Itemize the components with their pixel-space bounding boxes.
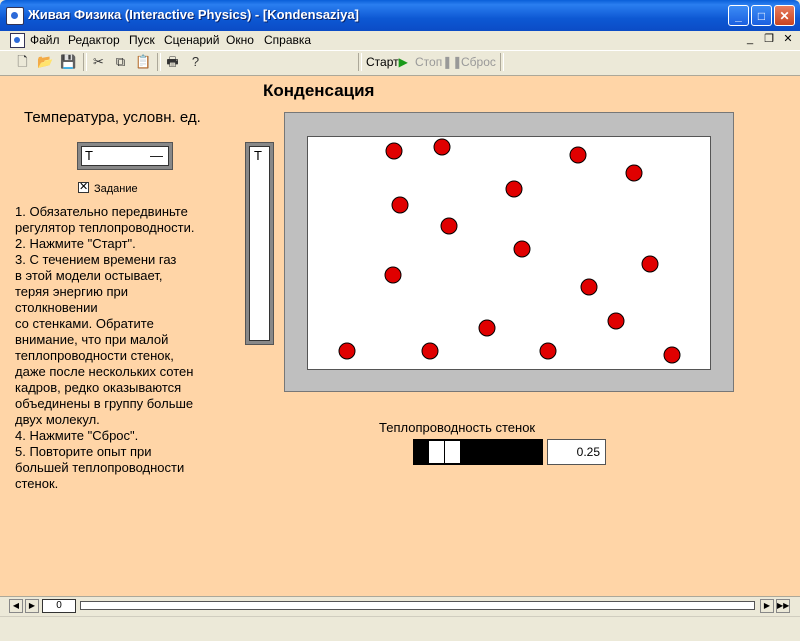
slider-thumb-line [444, 441, 445, 463]
help-icon[interactable]: ? [187, 53, 204, 70]
toolbar-separator [500, 53, 504, 71]
temperature-label: Температура, условн. ед. [24, 109, 201, 126]
conductivity-label: Теплопроводность стенок [379, 420, 536, 435]
task-checkbox[interactable]: ✕ [78, 182, 89, 193]
maximize-button[interactable]: □ [751, 5, 772, 26]
print-icon[interactable]: 🖶 [164, 53, 181, 70]
minimize-button[interactable]: _ [728, 5, 749, 26]
stop-button[interactable]: Стоп❚❚ [415, 55, 462, 69]
menu-file[interactable]: Файл [30, 33, 60, 47]
stop-label: Стоп [415, 55, 443, 69]
molecule[interactable] [663, 346, 681, 364]
status-bar [0, 616, 800, 641]
molecules-layer [338, 138, 681, 364]
molecule[interactable] [421, 342, 439, 360]
toolbar-separator [83, 53, 87, 71]
copy-icon[interactable]: ⧉ [112, 53, 129, 70]
rewind-icon[interactable]: ◀ [9, 599, 23, 613]
pause-icon: ❚❚ [442, 55, 463, 69]
molecule[interactable] [569, 146, 587, 164]
reset-button[interactable]: Сброс [461, 55, 496, 69]
tape-scrollbar[interactable] [80, 601, 755, 610]
molecule[interactable] [505, 180, 523, 198]
menu-help[interactable]: Справка [264, 33, 311, 47]
new-file-icon[interactable]: 🗋 [14, 53, 31, 70]
molecule[interactable] [440, 217, 458, 235]
start-label: Старт [366, 55, 399, 69]
molecule[interactable] [338, 342, 356, 360]
conductivity-value: 0.25 [547, 439, 606, 465]
molecule[interactable] [433, 138, 451, 156]
meter-dash: — [150, 148, 163, 163]
reset-label: Сброс [461, 55, 496, 69]
doc-restore-icon[interactable]: ❐ [762, 33, 776, 46]
paste-icon[interactable]: 📋 [135, 53, 152, 70]
molecule[interactable] [641, 255, 659, 273]
skip-end-icon[interactable]: ▶▶ [776, 599, 790, 613]
molecule[interactable] [539, 342, 557, 360]
molecule[interactable] [625, 164, 643, 182]
molecule[interactable] [385, 142, 403, 160]
menu-run[interactable]: Пуск [129, 33, 155, 47]
app-icon[interactable] [6, 7, 24, 25]
molecule[interactable] [607, 312, 625, 330]
doc-close-icon[interactable]: ✕ [781, 33, 795, 46]
menu-script[interactable]: Сценарий [164, 33, 219, 47]
meter-letter: T [85, 148, 93, 163]
step-forward-icon[interactable]: ▶ [25, 599, 39, 613]
menu-edit[interactable]: Редактор [68, 33, 120, 47]
toolbar-separator [157, 53, 161, 71]
molecule[interactable] [384, 266, 402, 284]
molecule[interactable] [580, 278, 598, 296]
instructions-text: 1. Обязательно передвиньте регулятор теп… [15, 204, 195, 491]
molecule[interactable] [513, 240, 531, 258]
open-folder-icon[interactable]: 📂 [37, 53, 54, 70]
task-label: Задание [94, 183, 138, 195]
frame-counter: 0 [42, 599, 76, 613]
molecule[interactable] [478, 319, 496, 337]
step-end-icon[interactable]: ▶ [760, 599, 774, 613]
window-title: Живая Физика (Interactive Physics) - [Ko… [28, 7, 359, 22]
cut-icon[interactable]: ✂ [90, 53, 107, 70]
bar-letter: T [254, 148, 262, 163]
play-icon: ▶ [398, 55, 408, 69]
document-icon[interactable] [10, 33, 25, 48]
start-button[interactable]: Старт▶ [366, 55, 408, 69]
model-title: Конденсация [263, 81, 375, 100]
toolbar-separator [358, 53, 362, 71]
menu-bar [0, 31, 800, 50]
menu-window[interactable]: Окно [226, 33, 254, 47]
molecule[interactable] [391, 196, 409, 214]
close-button[interactable]: ✕ [774, 5, 795, 26]
temperature-bar-display [249, 146, 270, 341]
doc-minimize-icon[interactable]: _ [743, 33, 757, 46]
save-icon[interactable]: 💾 [60, 53, 77, 70]
